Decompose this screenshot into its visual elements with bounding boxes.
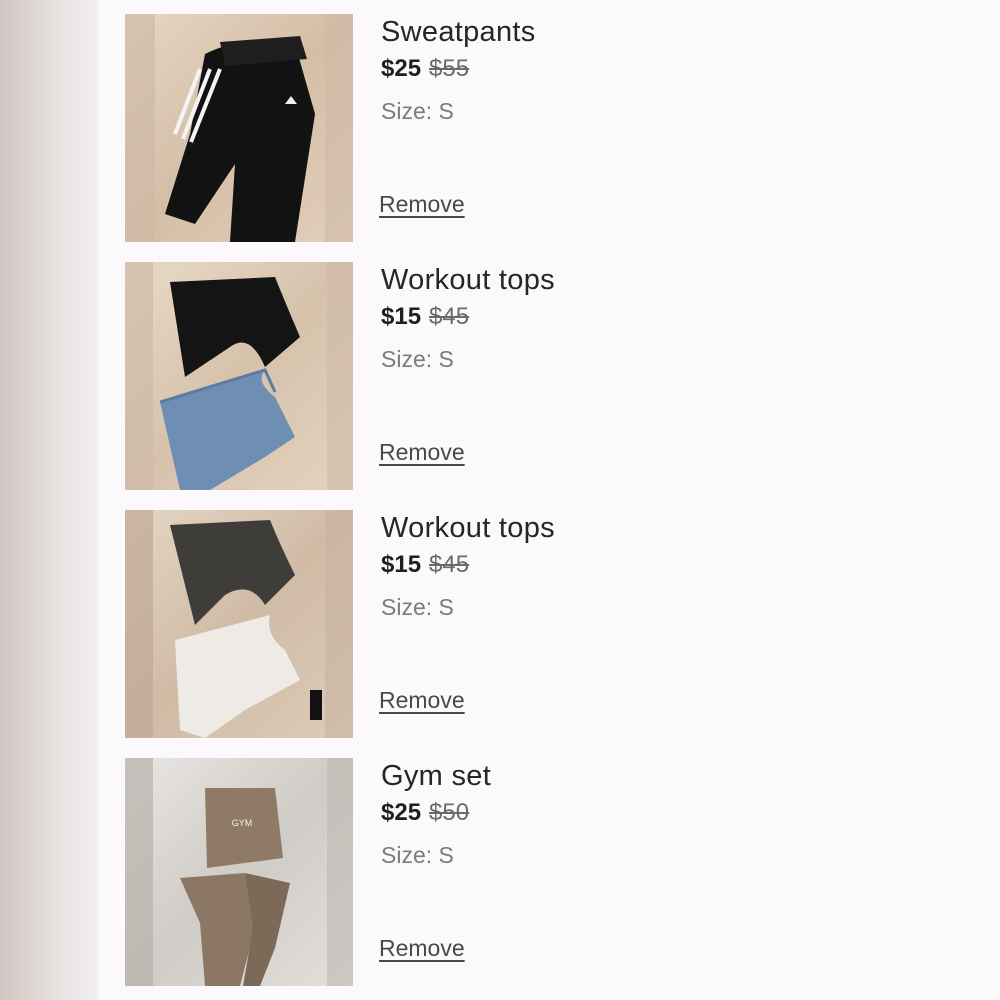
price-row: $25 $55: [381, 55, 536, 83]
original-price: $45: [429, 551, 470, 578]
remove-button[interactable]: Remove: [379, 934, 465, 962]
cart-item: Workout tops $15 $45 Size: S Remove: [98, 496, 1000, 744]
price-row: $15 $45: [381, 303, 555, 331]
cart-item-list: Sweatpants $25 $55 Size: S Remove Workou…: [98, 0, 1000, 1000]
price-row: $15 $45: [381, 551, 555, 579]
product-image-workout-tops[interactable]: [125, 510, 353, 738]
item-info: Gym set $25 $50 Size: S: [381, 758, 491, 869]
item-size: Size: S: [381, 594, 454, 620]
price-row: $25 $50: [381, 799, 491, 827]
sale-price: $15: [381, 303, 422, 330]
product-image-sweatpants[interactable]: [125, 14, 353, 242]
original-price: $50: [429, 799, 470, 826]
sale-price: $25: [381, 799, 422, 826]
item-info: Workout tops $15 $45 Size: S: [381, 262, 555, 373]
cart-item: Sweatpants $25 $55 Size: S Remove: [98, 0, 1000, 248]
remove-button[interactable]: Remove: [379, 686, 465, 714]
sale-price: $15: [381, 551, 422, 578]
sale-price: $25: [381, 55, 422, 82]
item-title[interactable]: Sweatpants: [381, 14, 536, 50]
original-price: $55: [429, 55, 470, 82]
cart-item: GYM Gym set $25 $50 Size: S Remove: [98, 744, 1000, 992]
product-image-gym-set[interactable]: GYM: [125, 758, 353, 986]
item-info: Sweatpants $25 $55 Size: S: [381, 14, 536, 125]
gym-print-text: GYM: [232, 818, 253, 828]
item-title[interactable]: Workout tops: [381, 262, 555, 298]
item-title[interactable]: Workout tops: [381, 510, 555, 546]
remove-button[interactable]: Remove: [379, 438, 465, 466]
left-blurred-backdrop: [0, 0, 98, 1000]
item-info: Workout tops $15 $45 Size: S: [381, 510, 555, 621]
product-image-workout-tops[interactable]: [125, 262, 353, 490]
remove-button[interactable]: Remove: [379, 190, 465, 218]
cart-item: Workout tops $15 $45 Size: S Remove: [98, 248, 1000, 496]
item-size: Size: S: [381, 98, 454, 124]
original-price: $45: [429, 303, 470, 330]
item-size: Size: S: [381, 346, 454, 372]
item-title[interactable]: Gym set: [381, 758, 491, 794]
item-size: Size: S: [381, 842, 454, 868]
